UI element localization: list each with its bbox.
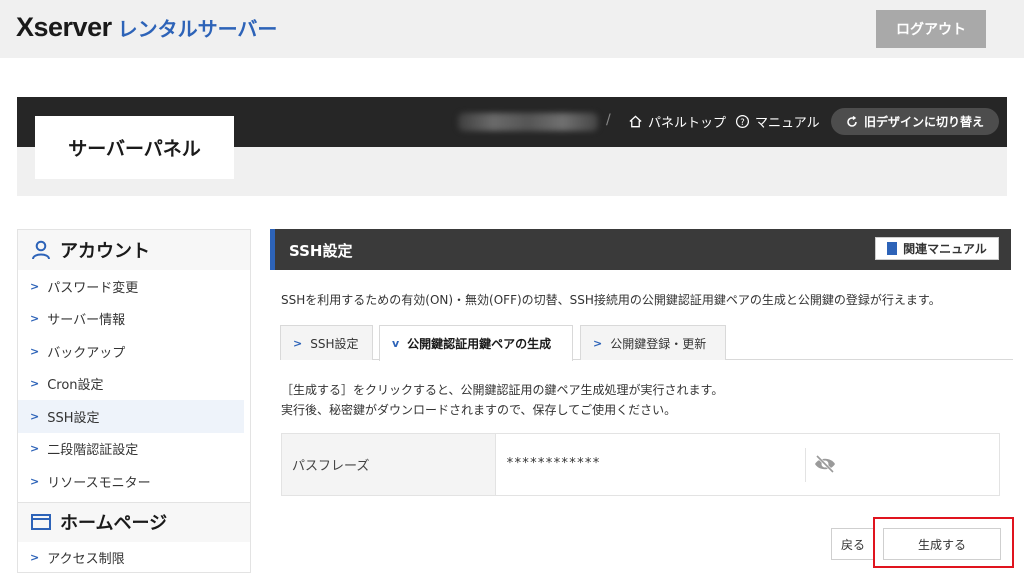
sidebar-item-server-info[interactable]: > サーバー情報 (18, 303, 250, 336)
page-description: SSHを利用するための有効(ON)・無効(OFF)の切替、SSH接続用の公開鍵認… (281, 293, 941, 307)
chevron-right-icon: > (30, 442, 40, 456)
sidebar-item-resource-monitor[interactable]: > リソースモニター (18, 465, 250, 498)
refresh-icon (847, 115, 857, 127)
sidebar-item-backup[interactable]: > バックアップ (18, 335, 250, 368)
chevron-right-icon: > (30, 344, 40, 358)
tab-public-key-register[interactable]: > 公開鍵登録・更新 (580, 325, 726, 360)
chevron-right-icon: > (30, 474, 40, 488)
tab-ssh-settings[interactable]: > SSH設定 (280, 325, 373, 360)
chevron-right-icon: > (293, 336, 303, 350)
chevron-right-icon: > (30, 312, 40, 326)
help-icon: ? (735, 114, 750, 129)
instruction-line-1: ［生成する］をクリックすると、公開鍵認証用の鍵ペア生成処理が実行されます。 (281, 383, 724, 397)
related-manual-label: 関連マニュアル (903, 242, 987, 256)
chevron-right-icon: > (30, 377, 40, 391)
input-divider (805, 448, 806, 482)
manual-link[interactable]: ? マニュアル (735, 112, 820, 131)
blurred-account-name (458, 113, 598, 131)
manual-label: マニュアル (755, 116, 820, 131)
svg-text:?: ? (740, 117, 744, 127)
tab-label: SSH設定 (310, 336, 359, 351)
tab-label: 公開鍵登録・更新 (610, 336, 707, 351)
generate-button[interactable]: 生成する (883, 528, 1001, 560)
related-manual-button[interactable]: 関連マニュアル (875, 237, 999, 260)
brand-subtitle: レンタルサーバー (117, 19, 278, 41)
sidebar-item-access-restriction[interactable]: > アクセス制限 (18, 542, 250, 573)
sidebar-heading-label: ホームページ (60, 513, 168, 534)
book-icon (887, 242, 898, 255)
brand-logo[interactable]: Xserver レンタルサーバー (16, 12, 277, 43)
chevron-right-icon: > (593, 336, 603, 350)
passphrase-label: パスフレーズ (282, 434, 496, 495)
top-header: Xserver レンタルサーバー ログアウト (0, 0, 1024, 58)
sidebar-item-label: リソースモニター (47, 475, 151, 491)
sidebar-item-label: SSH設定 (47, 410, 100, 426)
sidebar-item-label: アクセス制限 (47, 552, 125, 568)
instruction-note: ［生成する］をクリックすると、公開鍵認証用の鍵ペア生成処理が実行されます。 実行… (281, 380, 723, 420)
nav-separator: / (606, 112, 611, 128)
tab-label: 公開鍵認証用鍵ペアの生成 (407, 337, 552, 351)
sidebar: アカウント > パスワード変更 > サーバー情報 > バックアップ > Cron設定 >… (17, 229, 251, 573)
sidebar-item-cron[interactable]: > Cron設定 (18, 368, 250, 401)
eye-off-icon[interactable] (814, 454, 836, 474)
user-icon (32, 240, 50, 260)
content-header: SSH設定 関連マニュアル (270, 229, 1011, 270)
sidebar-item-label: パスワード変更 (47, 280, 139, 296)
tab-bar: > SSH設定 v 公開鍵認証用鍵ペアの生成 > 公開鍵登録・更新 (280, 325, 1013, 361)
panel-top-label: パネルトップ (648, 116, 727, 131)
sidebar-item-ssh[interactable]: > SSH設定 (18, 400, 244, 433)
old-design-button[interactable]: 旧デザインに切り替え (831, 108, 999, 135)
sidebar-item-label: Cron設定 (47, 378, 104, 394)
tab-keypair-generation[interactable]: v 公開鍵認証用鍵ペアの生成 (379, 325, 573, 361)
sidebar-item-password[interactable]: > パスワード変更 (18, 270, 250, 303)
chevron-right-icon: > (30, 551, 40, 565)
panel-title: サーバーパネル (35, 116, 234, 179)
panel-top-link[interactable]: パネルトップ (628, 112, 726, 131)
sidebar-heading-homepage: ホームページ (18, 501, 250, 542)
logout-button[interactable]: ログアウト (876, 10, 986, 48)
home-icon (629, 115, 642, 128)
chevron-right-icon: > (30, 279, 40, 293)
sidebar-item-label: サーバー情報 (47, 313, 126, 329)
sidebar-item-label: 二段階認証設定 (47, 443, 139, 459)
chevron-down-icon: v (392, 337, 400, 350)
page-title: SSH設定 (289, 242, 353, 260)
chevron-right-icon: > (30, 409, 40, 423)
brand-name: Xserver (16, 12, 112, 42)
old-design-label: 旧デザインに切り替え (863, 115, 984, 129)
instruction-line-2: 実行後、秘密鍵がダウンロードされますので、保存してご使用ください。 (281, 403, 677, 417)
passphrase-input[interactable] (506, 452, 806, 474)
back-button[interactable]: 戻る (831, 528, 875, 560)
sidebar-heading-label: アカウント (60, 241, 150, 262)
sidebar-heading-account: アカウント (18, 230, 250, 270)
sidebar-item-two-factor[interactable]: > 二段階認証設定 (18, 433, 250, 466)
sidebar-item-label: バックアップ (47, 345, 126, 361)
passphrase-row: パスフレーズ (281, 433, 1000, 496)
window-icon (31, 514, 51, 530)
